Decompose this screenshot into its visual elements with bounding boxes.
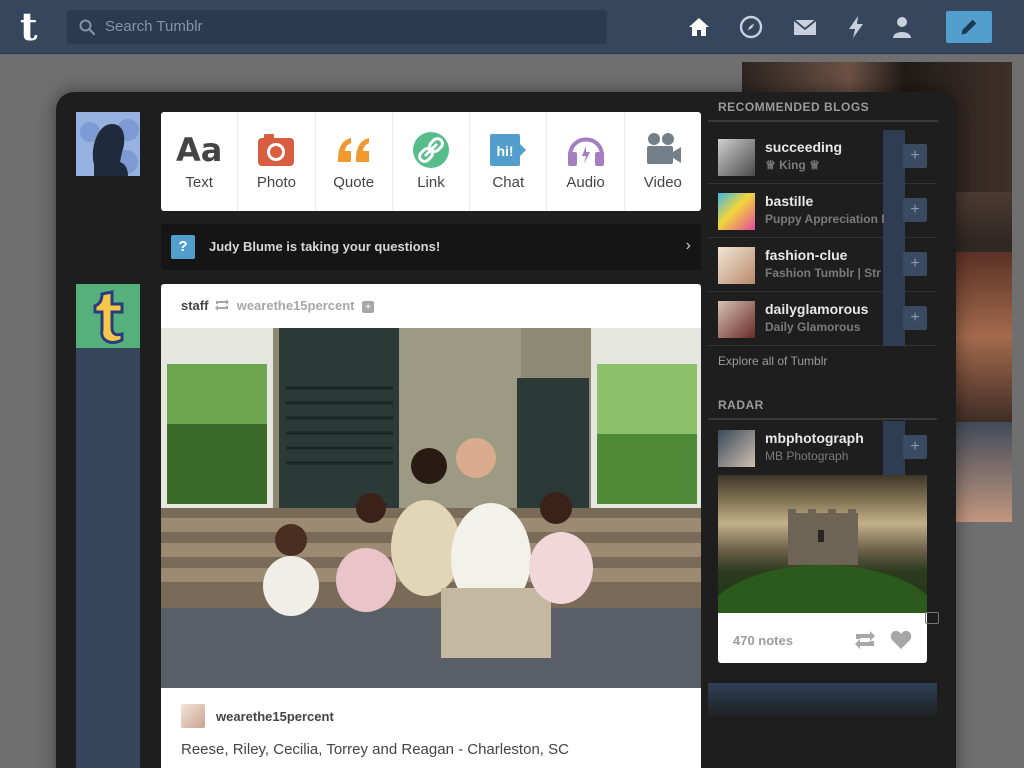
recommended-blog[interactable]: fashion-clue Fashion Tumblr | Str + [708,238,937,292]
radar-section: RADAR [708,398,937,420]
svg-text:hi!: hi! [497,143,514,159]
post-type-label: Audio [566,174,605,191]
blog-description: Fashion Tumblr | Str [765,266,881,280]
blog-name[interactable]: succeeding [765,139,842,155]
post-header: staff wearethe15percent + [181,298,375,313]
blog-name[interactable]: mbphotograph [765,430,864,446]
recommended-blogs-heading: RECOMMENDED BLOGS [708,100,938,122]
caption-author[interactable]: wearethe15percent [216,709,334,724]
post-type-link[interactable]: Link [393,112,471,211]
blog-name[interactable]: dailyglamorous [765,301,868,317]
post-type-chat[interactable]: hi! Chat [470,112,548,211]
top-navigation-bar: t Search Tumblr [0,0,1024,54]
radar-photo[interactable] [718,475,927,663]
reblogged-from[interactable]: wearethe15percent [237,298,355,313]
blog-name[interactable]: bastille [765,193,813,209]
search-input[interactable]: Search Tumblr [67,10,607,44]
blog-description: MB Photograph [765,449,849,463]
blog-avatar[interactable] [718,193,755,230]
post-author[interactable]: staff [181,298,208,313]
follow-plus-icon[interactable]: + [362,301,375,313]
blog-description: Puppy Appreciation I [765,212,885,226]
explore-compass-icon[interactable] [739,15,763,39]
blog-avatar[interactable] [718,247,755,284]
follow-button[interactable]: + [903,435,927,459]
quote-icon [337,138,369,162]
blog-avatar[interactable] [718,301,755,338]
pencil-icon [961,19,977,35]
post-type-audio[interactable]: Audio [547,112,625,211]
follow-button[interactable]: + [903,144,927,168]
post-type-video[interactable]: Video [625,112,701,211]
post-type-label: Video [643,174,682,191]
post-type-photo[interactable]: Photo [238,112,316,211]
blog-name[interactable]: fashion-clue [765,247,847,263]
user-avatar[interactable] [76,112,140,176]
announcement-banner[interactable]: ? Judy Blume is taking your questions! › [161,224,701,270]
post-type-label: Link [417,174,445,191]
post-type-text[interactable]: Aa Text [161,112,239,211]
video-camera-icon [646,133,681,164]
blog-avatar[interactable] [718,139,755,176]
explore-link[interactable]: Explore all of Tumblr [718,354,827,368]
sidebar: RECOMMENDED BLOGS [708,100,938,122]
question-icon: ? [171,235,195,259]
recommended-blog[interactable]: bastille Puppy Appreciation I + [708,184,937,238]
activity-lightning-icon[interactable] [844,15,868,39]
compose-button[interactable] [946,11,992,43]
link-icon [412,132,449,168]
reblog-icon [215,299,230,311]
home-icon[interactable] [687,15,711,39]
text-aa-icon: Aa [175,131,223,169]
headphones-icon [567,137,604,166]
staff-avatar[interactable] [76,284,140,348]
post-caption: Reese, Riley, Cecilia, Torrey and Reagan… [181,741,569,758]
camera-icon [258,134,295,166]
follow-button[interactable]: + [903,306,927,330]
keyboard-icon[interactable] [925,612,939,624]
radar-blog[interactable]: mbphotograph MB Photograph + [708,421,937,475]
silhouette-icon [80,119,139,176]
post-card: staff wearethe15percent + wearethe15perc… [161,284,701,768]
chat-bubble-icon: hi! [490,134,527,166]
notes-count[interactable]: 470 notes [733,633,793,648]
avatar-rail [76,348,140,768]
post-type-label: Photo [256,174,297,191]
account-person-icon[interactable] [890,15,914,39]
announcement-text: Judy Blume is taking your questions! [209,239,441,254]
sidebar-fade [708,683,937,719]
tumblr-t-icon [93,290,124,344]
chevron-right-icon: › [685,237,691,254]
follow-button[interactable]: + [903,198,927,222]
post-type-label: Quote [333,174,375,191]
post-photo[interactable] [161,328,701,688]
caption-author-avatar[interactable] [181,704,205,728]
reblog-icon[interactable] [854,630,876,650]
heart-icon[interactable] [890,630,912,650]
post-type-bar: Aa Text Photo Quote Link hi! Chat Audio … [161,112,701,211]
post-type-label: Chat [492,174,525,191]
search-placeholder: Search Tumblr [105,18,203,35]
blog-description: Daily Glamorous [765,320,861,334]
post-type-quote[interactable]: Quote [316,112,393,211]
radar-post[interactable]: 470 notes [718,475,927,663]
tumblr-logo[interactable]: t [20,8,50,46]
post-type-label: Text [185,174,213,191]
radar-heading: RADAR [708,398,937,420]
recommended-blog[interactable]: dailyglamorous Daily Glamorous + [708,292,937,346]
blog-avatar[interactable] [718,430,755,467]
inbox-mail-icon[interactable] [793,15,817,39]
blog-description: ♕ King ♕ [765,158,820,172]
recommended-blog[interactable]: succeeding ♕ King ♕ + [708,130,937,184]
follow-button[interactable]: + [903,252,927,276]
search-icon [79,19,95,35]
